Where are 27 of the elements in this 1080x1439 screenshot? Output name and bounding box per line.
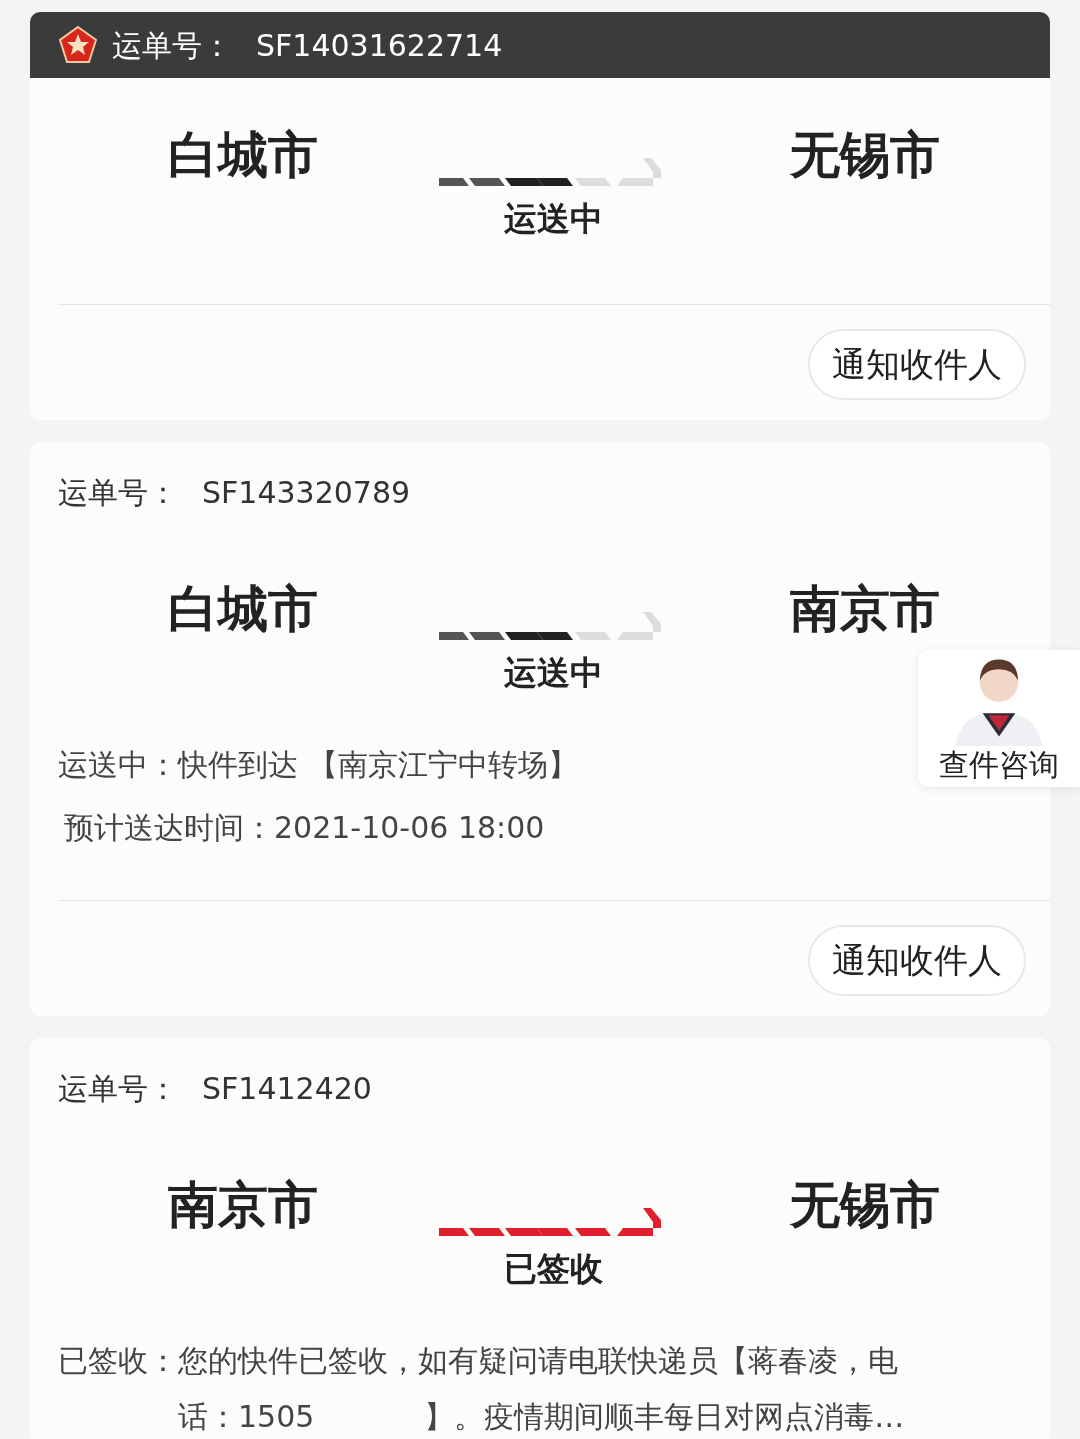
- origin-city: 白城市: [167, 128, 319, 183]
- status-text: 运送中: [503, 198, 603, 240]
- tracking-number: SF14031622714: [256, 26, 503, 65]
- star-logo-icon: [58, 25, 98, 65]
- tracking-label: 运单号：: [58, 474, 178, 512]
- destination-city: 南京市: [789, 581, 941, 637]
- origin-city: 南京市: [167, 1177, 319, 1233]
- detail-label: 运送中：: [58, 746, 178, 784]
- consult-label: 查件咨询: [939, 746, 1059, 784]
- detail-text: 】。疫情期间顺丰每日对网点消毒…: [424, 1397, 905, 1436]
- detail-text: 话：1505: [178, 1397, 315, 1436]
- detail-text: 快件到达 【南京江宁中转场】: [178, 747, 578, 782]
- status-text: 已签收: [503, 1247, 603, 1290]
- eta-text: 预计送达时间：2021-10-06 18:00: [63, 808, 546, 847]
- tracking-number: SF1412420: [202, 1070, 372, 1108]
- origin-city: 白城市: [167, 581, 319, 637]
- destination-city: 无锡市: [788, 128, 941, 183]
- notify-button[interactable]: 通知收件人: [808, 924, 1026, 996]
- consult-widget[interactable]: 查件咨询: [918, 650, 1080, 787]
- notify-button[interactable]: 通知收件人: [808, 328, 1026, 400]
- tracking-label: 运单号：: [112, 26, 232, 65]
- tracking-number: SF143320789: [202, 474, 411, 512]
- status-text: 运送中: [503, 651, 603, 694]
- detail-text: 您的快件已签收，如有疑问请电联快递员【蒋春凌，电: [178, 1343, 898, 1378]
- detail-label: 已签收：: [58, 1342, 178, 1380]
- destination-city: 无锡市: [788, 1177, 941, 1233]
- tracking-label: 运单号：: [58, 1070, 178, 1108]
